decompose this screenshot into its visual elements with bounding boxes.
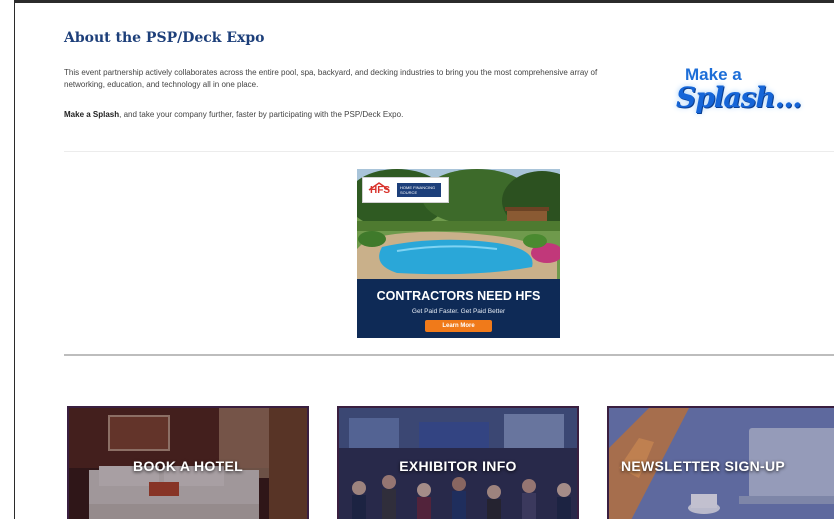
section-divider bbox=[64, 151, 834, 152]
hfs-logo: HFS HOME FINANCING SOURCE bbox=[362, 177, 449, 203]
page-content: About the PSP/Deck Expo This event partn… bbox=[16, 3, 834, 519]
make-a-splash-logo: Make a Splash... bbox=[672, 65, 834, 135]
learn-more-button[interactable]: Learn More bbox=[425, 320, 492, 332]
about-splash-paragraph: Make a Splash, and take your company fur… bbox=[64, 109, 624, 121]
exhibitor-info-label: EXHIBITOR INFO bbox=[399, 458, 517, 474]
hfs-logo-tagline: HOME FINANCING SOURCE bbox=[397, 183, 441, 197]
about-heading: About the PSP/Deck Expo bbox=[64, 30, 265, 46]
ad-headline: CONTRACTORS NEED HFS bbox=[376, 289, 541, 303]
book-a-hotel-tile[interactable]: BOOK A HOTEL bbox=[67, 406, 309, 519]
newsletter-signup-tile[interactable]: NEWSLETTER SIGN-UP bbox=[607, 406, 834, 519]
splash-logo-line2: Splash... bbox=[676, 81, 802, 114]
window-left-border bbox=[0, 0, 15, 519]
make-a-splash-bold: Make a Splash bbox=[64, 110, 120, 119]
about-splash-paragraph-rest: , and take your company further, faster … bbox=[119, 110, 404, 119]
about-paragraph: This event partnership actively collabor… bbox=[64, 68, 598, 89]
section-divider-dark bbox=[64, 354, 834, 356]
hfs-logo-text: HFS bbox=[370, 185, 390, 196]
exhibitor-info-tile[interactable]: EXHIBITOR INFO bbox=[337, 406, 579, 519]
hfs-advertisement[interactable]: HFS HOME FINANCING SOURCE CONTRACTORS NE… bbox=[357, 169, 560, 338]
book-a-hotel-label: BOOK A HOTEL bbox=[133, 458, 243, 474]
house-icon: HFS bbox=[367, 182, 391, 198]
newsletter-signup-label: NEWSLETTER SIGN-UP bbox=[621, 458, 786, 474]
ad-subline: Get Paid Faster. Get Paid Better bbox=[411, 308, 506, 315]
